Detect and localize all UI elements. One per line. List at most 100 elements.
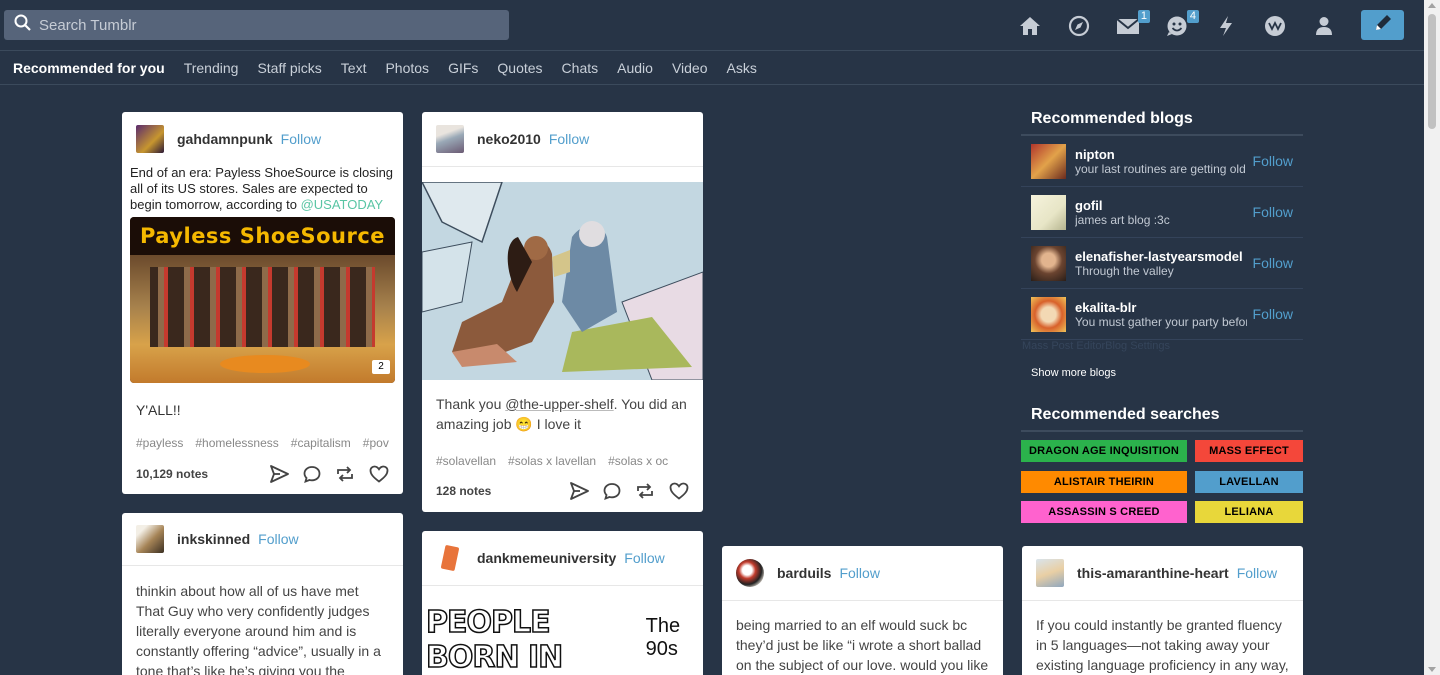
post-card: dankmemeuniversity Follow PEOPLE BORN IN…	[422, 531, 703, 675]
search-pill[interactable]: DRAGON AGE INQUISITION	[1021, 440, 1187, 462]
reply-icon[interactable]	[303, 465, 321, 483]
blog-avatar[interactable]	[1031, 143, 1066, 179]
follow-button[interactable]: Follow	[1253, 255, 1293, 271]
blog-name[interactable]: barduils	[777, 565, 831, 581]
search-pill[interactable]: MASS EFFECT	[1195, 440, 1303, 462]
tab-audio[interactable]: Audio	[617, 60, 653, 76]
tab-recommended[interactable]: Recommended for you	[13, 60, 165, 76]
meme-image[interactable]: PEOPLE BORN IN The 90s	[425, 604, 703, 675]
tab-staff-picks[interactable]: Staff picks	[257, 60, 321, 76]
tag[interactable]: #capitalism	[291, 436, 351, 450]
share-icon[interactable]	[570, 482, 589, 500]
inbox-icon[interactable]: 1	[1114, 10, 1150, 40]
notes-count[interactable]: 10,129 notes	[136, 467, 208, 481]
recommended-blog-item[interactable]: ekalita-blr You must gather your party b…	[1021, 289, 1303, 340]
blog-name[interactable]: gahdamnpunk	[177, 131, 273, 147]
like-icon[interactable]	[669, 482, 689, 500]
blog-name[interactable]: nipton	[1075, 147, 1247, 162]
tumblr-tv-icon[interactable]	[1261, 12, 1289, 40]
blog-name[interactable]: dankmemeuniversity	[477, 550, 616, 566]
mention-link[interactable]: @USATODAY	[301, 197, 384, 212]
tab-text[interactable]: Text	[341, 60, 367, 76]
store-sign: Payless ShoeSource	[130, 217, 395, 255]
blog-name[interactable]: ekalita-blr	[1075, 300, 1247, 315]
follow-button[interactable]: Follow	[258, 531, 298, 547]
search-pill[interactable]: LELIANA	[1195, 501, 1303, 523]
blog-avatar[interactable]	[1031, 245, 1066, 281]
blog-name[interactable]: inkskinned	[177, 531, 250, 547]
tag[interactable]: #solavellan	[436, 454, 496, 468]
tab-gifs[interactable]: GIFs	[448, 60, 478, 76]
post-photo[interactable]: Payless ShoeSource 2	[130, 217, 395, 383]
search-pill[interactable]: ALISTAIR THEIRIN	[1021, 471, 1187, 493]
blog-avatar[interactable]	[136, 124, 164, 153]
tag[interactable]: #solas x lavellan	[508, 454, 596, 468]
follow-button[interactable]: Follow	[549, 131, 589, 147]
recommended-blog-item[interactable]: elenafisher-lastyearsmodel Through the v…	[1021, 238, 1303, 289]
tab-asks[interactable]: Asks	[727, 60, 757, 76]
blog-name[interactable]: neko2010	[477, 131, 541, 147]
post-footer: 128 notes	[422, 471, 703, 511]
tag[interactable]: #payless	[136, 436, 183, 450]
reblog-icon[interactable]	[335, 465, 355, 483]
search-bar[interactable]	[4, 10, 509, 40]
like-icon[interactable]	[369, 465, 389, 483]
blog-avatar[interactable]	[1031, 296, 1066, 332]
messaging-icon[interactable]: 4	[1163, 10, 1199, 40]
activity-icon[interactable]	[1212, 12, 1240, 40]
blog-avatar[interactable]	[1036, 559, 1064, 587]
search-pill[interactable]: ASSASSIN S CREED	[1021, 501, 1187, 523]
post-artwork[interactable]	[422, 182, 703, 380]
mention-link[interactable]: @the-upper-shelf	[505, 396, 613, 412]
tab-chats[interactable]: Chats	[562, 60, 599, 76]
follow-button[interactable]: Follow	[1253, 204, 1293, 220]
search-input[interactable]	[39, 16, 499, 34]
reply-icon[interactable]	[603, 482, 621, 500]
reblog-icon[interactable]	[635, 482, 655, 500]
blog-avatar[interactable]	[436, 125, 464, 153]
blog-description: You must gather your party before	[1075, 314, 1247, 329]
post-actions	[556, 482, 689, 500]
post-card: this-amaranthine-heart Follow If you cou…	[1022, 546, 1303, 675]
follow-button[interactable]: Follow	[839, 565, 879, 581]
blog-avatar[interactable]	[1031, 194, 1066, 230]
post-text: If you could instantly be granted fluenc…	[1036, 617, 1289, 673]
blog-name[interactable]: elenafisher-lastyearsmodel	[1075, 249, 1247, 264]
share-icon[interactable]	[270, 465, 289, 483]
show-more-blogs-link[interactable]: Show more blogs	[1031, 367, 1116, 379]
follow-button[interactable]: Follow	[281, 131, 321, 147]
tab-video[interactable]: Video	[672, 60, 708, 76]
scroll-up-arrow-icon[interactable]	[1428, 3, 1436, 8]
scrollbar-thumb[interactable]	[1428, 14, 1436, 129]
tab-quotes[interactable]: Quotes	[497, 60, 542, 76]
follow-button[interactable]: Follow	[624, 550, 664, 566]
blog-avatar[interactable]	[436, 544, 464, 572]
blog-name[interactable]: this-amaranthine-heart	[1077, 565, 1229, 581]
tab-trending[interactable]: Trending	[184, 60, 239, 76]
post-card: inkskinned Follow thinkin about how all …	[122, 513, 403, 675]
explore-icon[interactable]	[1065, 12, 1093, 40]
recommended-blog-item[interactable]: gofil james art blog :3c Follow	[1021, 187, 1303, 238]
tag[interactable]: #solas x oc	[608, 454, 668, 468]
tab-photos[interactable]: Photos	[385, 60, 429, 76]
search-pill[interactable]: LAVELLAN	[1195, 471, 1303, 493]
hidden-blog-links[interactable]: Mass Post EditorBlog Settings	[1022, 340, 1170, 352]
post-footer: 10,129 notes	[122, 454, 403, 494]
scroll-down-arrow-icon[interactable]	[1428, 667, 1436, 672]
account-icon[interactable]	[1310, 12, 1338, 40]
blog-name[interactable]: gofil	[1075, 198, 1247, 213]
home-icon[interactable]	[1016, 12, 1044, 40]
follow-button[interactable]: Follow	[1253, 306, 1293, 322]
follow-button[interactable]: Follow	[1237, 565, 1277, 581]
page-scrollbar[interactable]	[1424, 0, 1440, 675]
notes-count[interactable]: 128 notes	[436, 484, 491, 498]
post-body: Thank you @the-upper-shelf. You did an a…	[422, 394, 703, 434]
recommended-blog-item[interactable]: nipton your last routines are getting ol…	[1021, 136, 1303, 187]
dashboard-tabs: Recommended for you Trending Staff picks…	[0, 52, 1424, 85]
blog-avatar[interactable]	[136, 525, 164, 553]
follow-button[interactable]: Follow	[1253, 153, 1293, 169]
tag[interactable]: #pov	[363, 436, 389, 450]
tag[interactable]: #homelessness	[195, 436, 278, 450]
blog-avatar[interactable]	[736, 559, 764, 587]
compose-button[interactable]	[1361, 10, 1404, 40]
